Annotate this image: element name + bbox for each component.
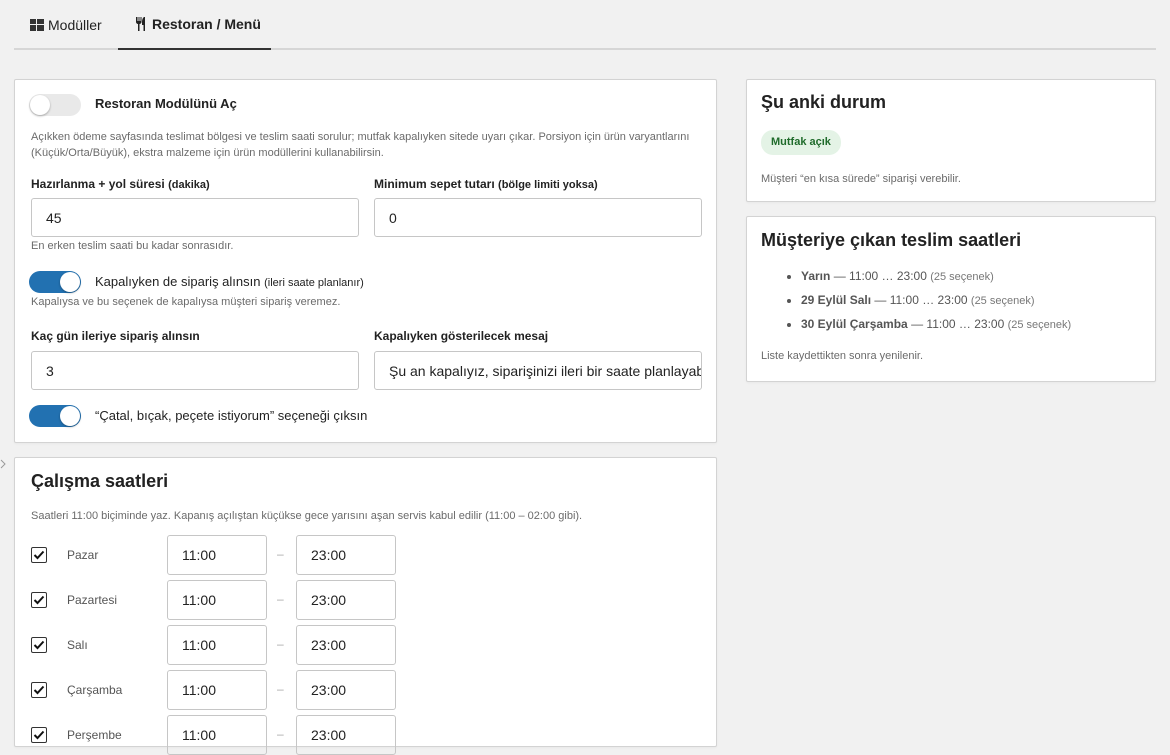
open-time-input[interactable]: 11:00: [167, 535, 267, 575]
days-ahead-label: Kaç gün ileriye sipariş alınsın: [31, 329, 200, 343]
status-badge: Mutfak açık: [761, 130, 841, 155]
slot-count: (25 seçenek): [1007, 319, 1072, 331]
close-time-input[interactable]: 23:00: [296, 535, 396, 575]
slot-range: — 11:00 … 23:00: [911, 317, 1005, 331]
slot-count: (25 seçenek): [970, 295, 1035, 307]
tab-bar: Modüller Restoran / Menü: [14, 0, 1156, 50]
chevron-right-icon: [0, 459, 6, 469]
day-checkbox[interactable]: [31, 727, 47, 743]
slot-day: 29 Eylül Salı: [801, 293, 872, 307]
closed-orders-toggle[interactable]: [29, 271, 81, 293]
toggle-knob: [30, 95, 50, 115]
toggle-knob: [60, 406, 80, 426]
status-note: Müşteri “en kısa sürede” siparişi verebi…: [761, 173, 961, 185]
day-checkbox[interactable]: [31, 682, 47, 698]
close-time-input[interactable]: 23:00: [296, 580, 396, 620]
day-name: Perşembe: [67, 728, 122, 742]
slot-count: (25 seçenek): [930, 271, 994, 283]
checkmark-icon: [33, 595, 45, 605]
day-name: Salı: [67, 638, 88, 652]
day-row: Pazar 11:00 – 23:00: [15, 535, 716, 575]
time-separator: –: [277, 727, 284, 741]
open-time-input[interactable]: 11:00: [167, 625, 267, 665]
day-checkbox[interactable]: [31, 637, 47, 653]
day-row: Çarşamba 11:00 – 23:00: [15, 670, 716, 710]
delivery-times-card: Müşteriye çıkan teslim saatleri Yarın — …: [746, 216, 1156, 382]
prep-time-help: En erken teslim saati bu kadar sonrasıdı…: [31, 240, 234, 252]
prep-time-unit: (dakika): [168, 179, 210, 191]
min-basket-label: Minimum sepet tutarı (bölge limiti yoksa…: [374, 177, 598, 191]
module-toggle-label: Restoran Modülünü Aç: [95, 96, 237, 111]
delivery-times-title: Müşteriye çıkan teslim saatleri: [761, 230, 1022, 250]
close-time-input[interactable]: 23:00: [296, 715, 396, 755]
delivery-note: Liste kaydettikten sonra yenilenir.: [761, 350, 924, 362]
slot-range: — 11:00 … 23:00: [874, 293, 968, 307]
tab-modules[interactable]: Modüller: [30, 0, 102, 50]
prep-time-input[interactable]: 45: [31, 198, 359, 237]
close-time-input[interactable]: 23:00: [296, 670, 396, 710]
open-time-input[interactable]: 11:00: [167, 580, 267, 620]
day-name: Pazar: [67, 548, 99, 562]
closed-orders-help: Kapalıysa ve bu seçenek de kapalıysa müş…: [31, 296, 341, 308]
open-time-input[interactable]: 11:00: [167, 715, 267, 755]
grid-icon: [30, 19, 44, 31]
slot-day: 30 Eylül Çarşamba: [801, 317, 908, 331]
day-row: Perşembe 11:00 – 23:00: [15, 715, 716, 755]
closed-orders-note: (ileri saate planlanır): [264, 277, 364, 289]
day-name: Çarşamba: [67, 683, 123, 697]
closed-orders-label: Kapalıyken de sipariş alınsın (ileri saa…: [95, 274, 364, 289]
cutlery-toggle[interactable]: [29, 405, 81, 427]
module-help-text: Açıkken ödeme sayfasında teslimat bölges…: [31, 131, 690, 159]
time-separator: –: [277, 637, 284, 651]
closed-message-label: Kapalıyken gösterilecek mesaj: [374, 329, 549, 343]
fork-knife-icon: [136, 17, 145, 31]
close-time-input[interactable]: 23:00: [296, 625, 396, 665]
min-basket-input[interactable]: 0: [374, 198, 702, 237]
min-basket-note: (bölge limiti yoksa): [498, 179, 598, 191]
list-item: 30 Eylül Çarşamba — 11:00 … 23:00 (25 se…: [801, 317, 1071, 332]
open-time-input[interactable]: 11:00: [167, 670, 267, 710]
delivery-slot-list: Yarın — 11:00 … 23:00 (25 seçenek) 29 Ey…: [761, 269, 1071, 341]
day-row: Pazartesi 11:00 – 23:00: [15, 580, 716, 620]
checkmark-icon: [33, 640, 45, 650]
time-separator: –: [277, 547, 284, 561]
list-item: 29 Eylül Salı — 11:00 … 23:00 (25 seçene…: [801, 293, 1071, 308]
working-hours-card: Çalışma saatleri Saatleri 11:00 biçimind…: [14, 457, 717, 755]
current-status-card: Şu anki durum Mutfak açık Müşteri “en kı…: [746, 79, 1156, 202]
prep-time-label: Hazırlanma + yol süresi (dakika): [31, 177, 210, 191]
cutlery-label: “Çatal, bıçak, peçete istiyorum” seçeneğ…: [95, 408, 368, 423]
day-name: Pazartesi: [67, 593, 118, 607]
closed-message-input[interactable]: Şu an kapalıyız, siparişinizi ileri bir …: [374, 351, 702, 390]
day-row: Salı 11:00 – 23:00: [15, 625, 716, 665]
working-hours-help: Saatleri 11:00 biçiminde yaz. Kapanış aç…: [31, 510, 583, 522]
tab-restaurant-menu[interactable]: Restoran / Menü: [118, 0, 271, 50]
min-basket-label-text: Minimum sepet tutarı: [374, 177, 495, 191]
working-hours-title: Çalışma saatleri: [31, 471, 169, 491]
slot-day: Yarın: [801, 269, 831, 283]
restaurant-settings-card: Restoran Modülünü Aç Açıkken ödeme sayfa…: [14, 79, 717, 443]
checkmark-icon: [33, 550, 45, 560]
tab-restaurant-menu-label: Restoran / Menü: [152, 16, 261, 32]
time-separator: –: [277, 682, 284, 696]
tab-modules-label: Modüller: [48, 17, 102, 33]
day-checkbox[interactable]: [31, 547, 47, 563]
checkmark-icon: [33, 685, 45, 695]
prep-time-label-text: Hazırlanma + yol süresi: [31, 177, 165, 191]
module-toggle[interactable]: [29, 94, 81, 116]
closed-orders-label-text: Kapalıyken de sipariş alınsın: [95, 274, 261, 289]
current-status-title: Şu anki durum: [761, 92, 887, 112]
toggle-knob: [60, 272, 80, 292]
time-separator: –: [277, 592, 284, 606]
list-item: Yarın — 11:00 … 23:00 (25 seçenek): [801, 269, 1071, 284]
day-checkbox[interactable]: [31, 592, 47, 608]
slot-range: — 11:00 … 23:00: [833, 269, 927, 283]
days-ahead-input[interactable]: 3: [31, 351, 359, 390]
